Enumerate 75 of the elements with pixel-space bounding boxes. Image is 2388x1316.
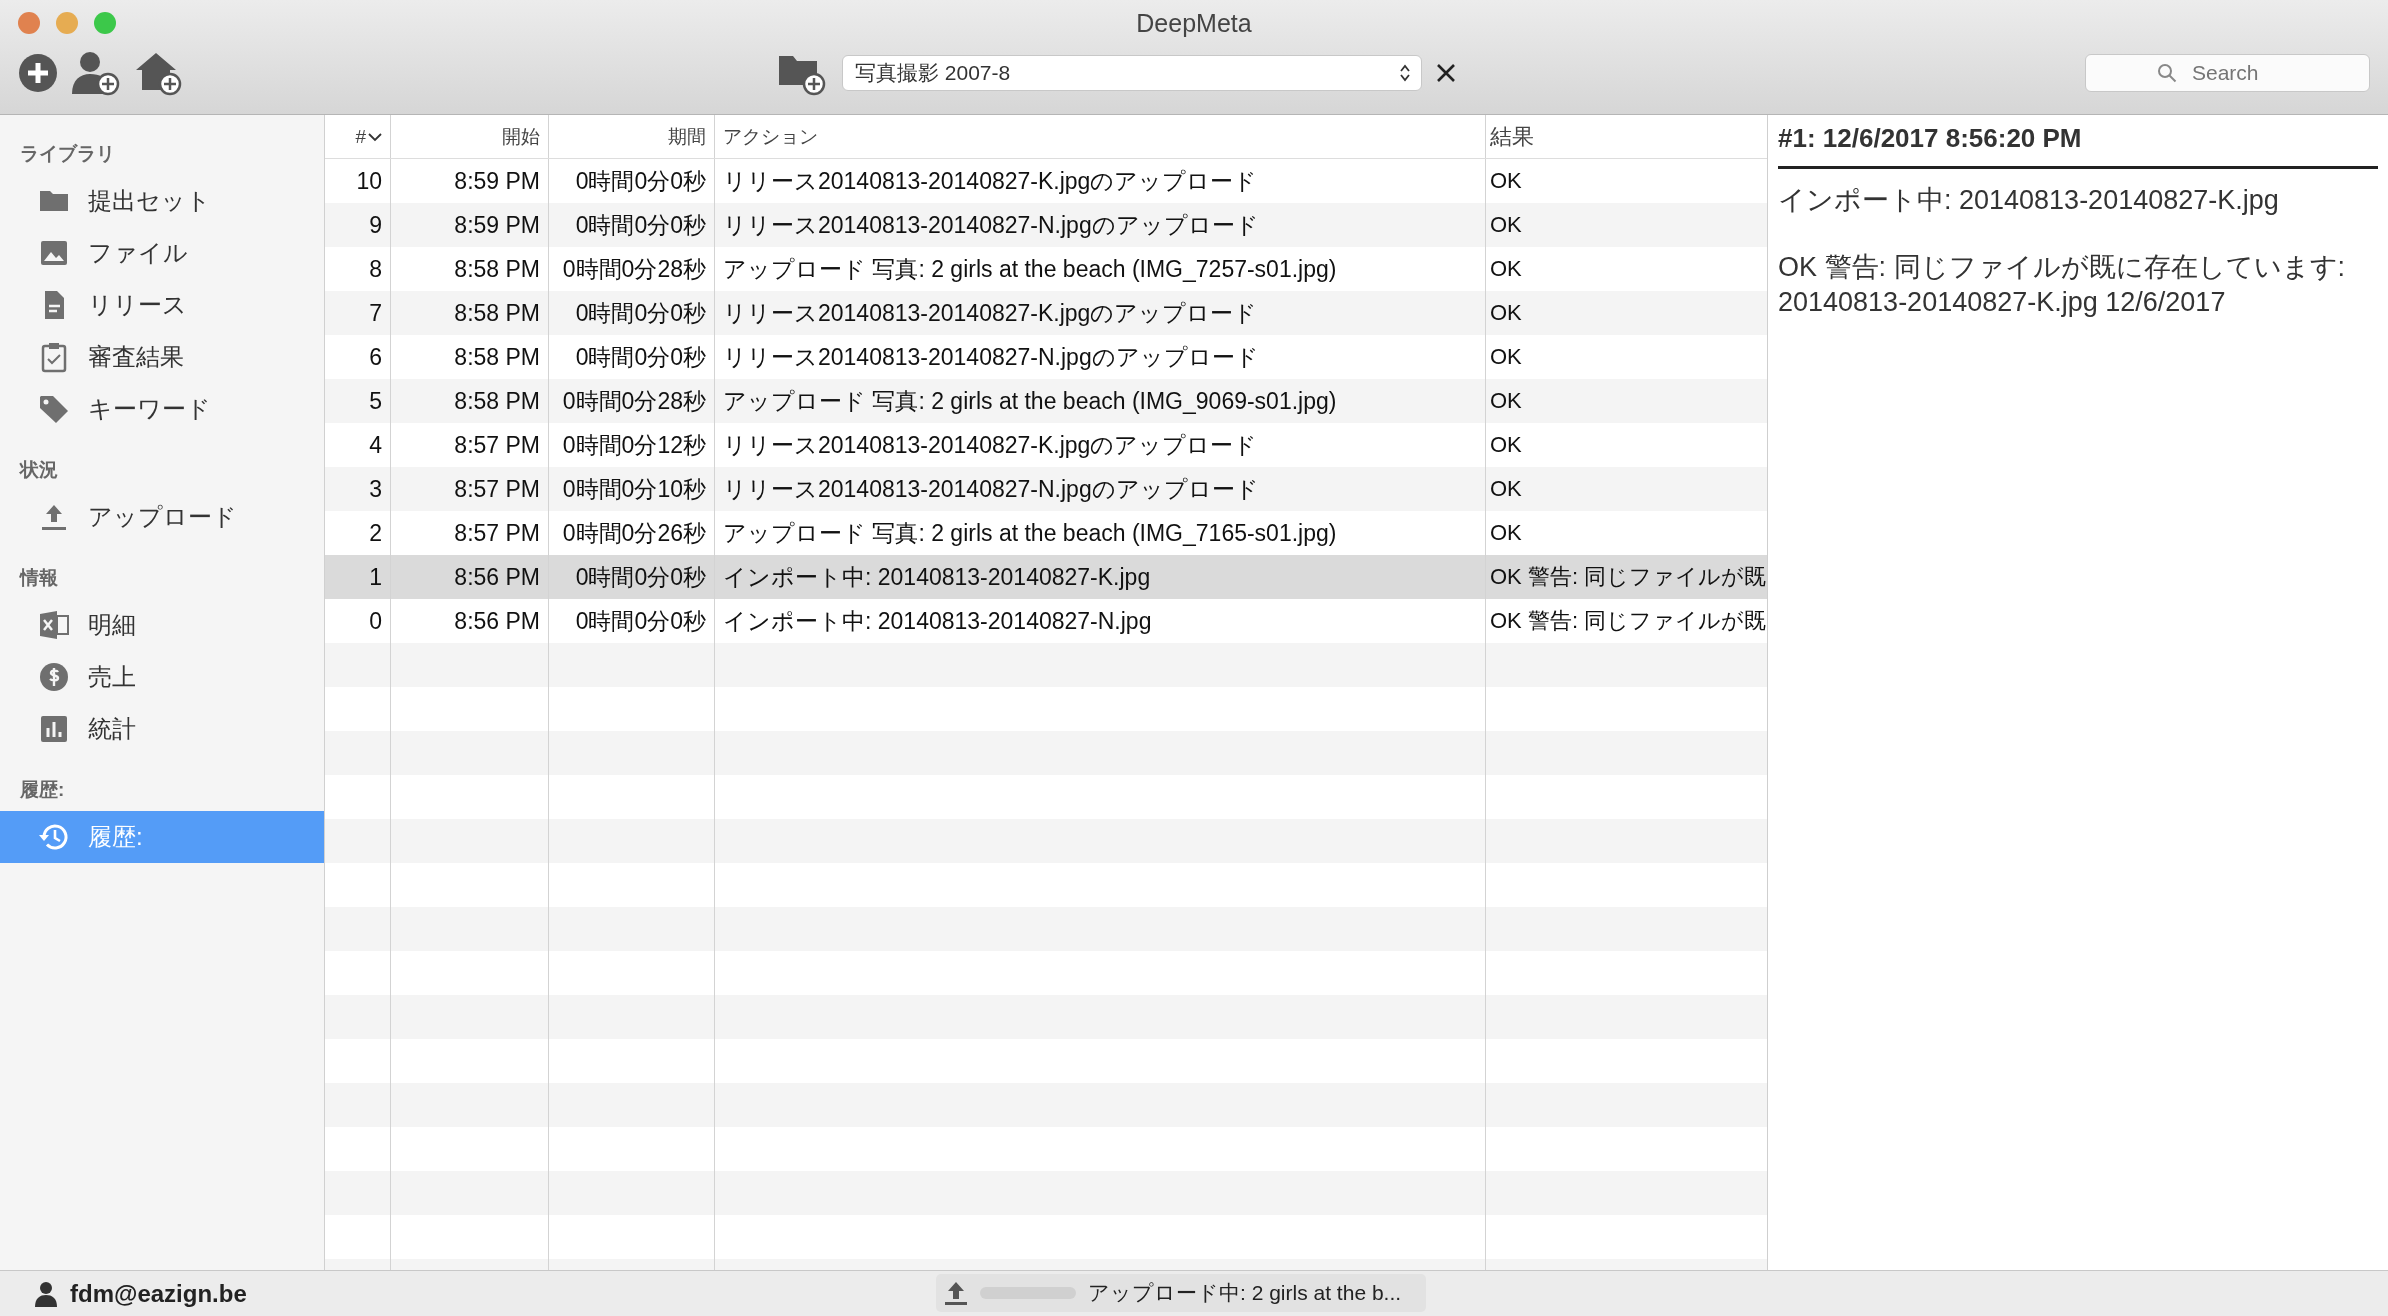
add-home-icon[interactable]: [134, 50, 182, 96]
table-row[interactable]: 9 8:59 PM 0時間0分0秒 リリース20140813-20140827-N.jpgのアップロード OK: [325, 203, 1767, 247]
sidebar-item[interactable]: キーワード: [0, 383, 324, 435]
detail-text: インポート中: 20140813-20140827-K.jpg: [1778, 184, 2280, 217]
sidebar-item[interactable]: リリース: [0, 279, 324, 331]
sidebar-item[interactable]: アップロード: [0, 491, 324, 543]
column-header[interactable]: 開始: [391, 115, 549, 158]
table-cell: アップロード 写真: 2 girls at the beach (IMG_9069-s01.jpg): [715, 379, 1486, 423]
sidebar-item[interactable]: 売上: [0, 651, 324, 703]
table-cell-text: OK: [1489, 519, 1523, 547]
table-cell: 0時間0分0秒: [549, 555, 715, 599]
add-icon[interactable]: [18, 53, 58, 93]
sort-chevron-icon: [368, 131, 382, 142]
add-user-icon[interactable]: [72, 50, 120, 96]
table-cell: 8:59 PM: [391, 203, 549, 247]
upload-icon[interactable]: [944, 1280, 968, 1306]
table-cell: 5: [325, 379, 391, 423]
column-header[interactable]: 結果: [1486, 115, 1767, 158]
table-cell-text: OK: [1489, 343, 1523, 371]
table-cell: 3: [325, 467, 391, 511]
search-icon: [2157, 63, 2177, 83]
table-cell-text: OK: [1489, 167, 1523, 195]
table-cell: 0時間0分0秒: [549, 203, 715, 247]
user-email: fdm@eazign.be: [70, 1279, 247, 1308]
table-row[interactable]: 7 8:58 PM 0時間0分0秒 リリース20140813-20140827-K.jpgのアップロード OK: [325, 291, 1767, 335]
user-icon: [34, 1280, 58, 1307]
sidebar-item[interactable]: 提出セット: [0, 175, 324, 227]
table-cell-text: OK: [1489, 255, 1523, 283]
sidebar-section-title: 状況: [18, 458, 59, 482]
table-cell-text: OK: [1489, 475, 1523, 503]
table-cell: インポート中: 20140813-20140827-K.jpg: [715, 555, 1486, 599]
table-cell-text: OK: [1489, 387, 1523, 415]
upload-status-text: アップロード中: 2 girls at the b...: [1088, 1280, 1402, 1306]
tag-icon: [38, 393, 70, 425]
table-cell: リリース20140813-20140827-N.jpgのアップロード: [715, 203, 1486, 247]
column-header[interactable]: 期間: [549, 115, 715, 158]
dollar-icon: [38, 661, 70, 693]
excel-icon: [38, 609, 70, 641]
column-header[interactable]: #: [325, 115, 391, 158]
table-cell: 0時間0分10秒: [549, 467, 715, 511]
table-row[interactable]: 5 8:58 PM 0時間0分28秒 アップロード 写真: 2 girls at the beach (IMG_9069-s01.jpg) OK: [325, 379, 1767, 423]
table-cell: 8:58 PM: [391, 379, 549, 423]
table-cell-text: OK: [1489, 431, 1523, 459]
sidebar-item[interactable]: 審査結果: [0, 331, 324, 383]
detail-title: #1: 12/6/2017 8:56:20 PM: [1778, 115, 2378, 169]
table-cell: リリース20140813-20140827-N.jpgのアップロード: [715, 467, 1486, 511]
table-cell: 0時間0分0秒: [549, 291, 715, 335]
table-cell-text: OK: [1489, 299, 1523, 327]
table-cell-text: OK 警告: 同じファイルが既: [1489, 563, 1767, 591]
table-cell-text: OK: [1489, 211, 1523, 239]
sidebar-section-title: ライブラリ: [19, 142, 116, 166]
sidebar-item[interactable]: 統計: [0, 703, 324, 755]
table-cell: 1: [325, 555, 391, 599]
window-title: DeepMeta: [1136, 8, 1252, 38]
table-row[interactable]: 3 8:57 PM 0時間0分10秒 リリース20140813-20140827-N.jpgのアップロード OK: [325, 467, 1767, 511]
sidebar-section-title: 履歴:: [19, 778, 66, 802]
collection-dropdown[interactable]: 写真撮影 2007-8: [842, 55, 1422, 91]
table-cell: リリース20140813-20140827-K.jpgのアップロード: [715, 291, 1486, 335]
chart-icon: [38, 713, 70, 745]
table-cell: 7: [325, 291, 391, 335]
sidebar-section-title: 情報: [18, 566, 59, 590]
updown-chevron-icon: [1399, 63, 1411, 83]
table-cell: 8:57 PM: [391, 467, 549, 511]
table-cell-text: OK 警告: 同じファイルが既: [1489, 607, 1767, 635]
sidebar-item[interactable]: ファイル: [0, 227, 324, 279]
table-cell: 0時間0分28秒: [549, 379, 715, 423]
search-field[interactable]: Search: [2085, 54, 2370, 92]
clear-icon[interactable]: [1436, 63, 1456, 83]
sidebar-item[interactable]: 明細: [0, 599, 324, 651]
table-cell: 8:56 PM: [391, 555, 549, 599]
column-header[interactable]: アクション: [715, 115, 1486, 158]
table-cell: 8:58 PM: [391, 291, 549, 335]
table-row[interactable]: 1 8:56 PM 0時間0分0秒 インポート中: 20140813-20140827-K.jpg OK 警告: 同じファイルが既: [325, 555, 1767, 599]
table-cell: 9: [325, 203, 391, 247]
detail-text: OK 警告: 同じファイルが既に存在しています: 20140813-20140827-K.jpg 12/6/2017: [1778, 251, 2347, 320]
